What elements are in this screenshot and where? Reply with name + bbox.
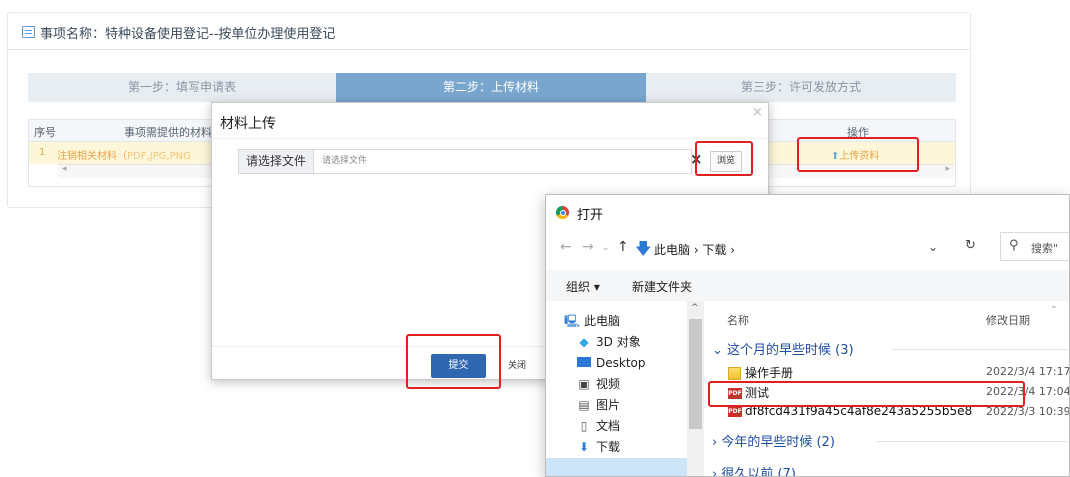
up-icon[interactable]: ↑ [617, 239, 629, 255]
column-index: 序号 [34, 126, 56, 139]
modal-title: 材料上传 [220, 116, 276, 132]
tree-item-desktop[interactable]: Desktop [576, 353, 646, 373]
highlight-test-file [708, 381, 1025, 407]
tree-item-downloads[interactable]: ⬇ 下载 [576, 437, 620, 457]
tree-item-videos[interactable]: ▣ 视频 [576, 374, 620, 394]
chevron-down-icon[interactable]: ⌄ [928, 240, 938, 254]
tree-item-this-pc[interactable]: 🖳 此电脑 [564, 311, 620, 331]
recent-dropdown-icon[interactable]: ⌄ [602, 243, 610, 253]
address-breadcrumb[interactable]: 此电脑 › 下载 › [654, 241, 735, 258]
column-modified-date[interactable]: 修改日期 [986, 312, 1030, 328]
scroll-left-icon[interactable]: ◂ [62, 164, 67, 174]
pdf-icon: PDF [728, 406, 742, 417]
close-button[interactable]: 关闭 [508, 354, 538, 378]
back-icon[interactable]: ← [560, 239, 572, 255]
open-file-dialog: 打开 ← → ⌄ ↑ 🡇 此电脑 › 下载 › ⌄ ↻ ⚲ 搜索" 组织 ▾ 新… [545, 194, 1070, 477]
organize-menu[interactable]: 组织 ▾ [566, 278, 600, 295]
close-icon[interactable]: × [752, 105, 763, 120]
dialog-title: 打开 [577, 208, 604, 223]
panel-header: 事项名称：特种设备使用登记--按单位办理使用登记 [8, 13, 970, 50]
chrome-icon [556, 206, 569, 219]
highlight-submit [406, 334, 501, 389]
download-folder-icon: 🡇 [635, 239, 652, 258]
column-material: 事项需提供的材料 [124, 126, 212, 139]
step-1[interactable]: 第一步：填写申请表 [28, 73, 336, 102]
step-3[interactable]: 第三步：许可发放方式 [646, 73, 956, 102]
step-2-active[interactable]: 第二步：上传材料 [336, 73, 646, 102]
group-divider [892, 349, 1067, 350]
divider [212, 138, 768, 139]
refresh-icon[interactable]: ↻ [965, 238, 976, 253]
group-this-month[interactable]: ⌄ 这个月的早些时候 (3) [712, 339, 854, 358]
navigation-tree: 🖳 此电脑 ◆ 3D 对象 Desktop ▣ 视频 ▤ 图片 ▯ 文档 ⬇ 下载 [546, 301, 706, 476]
tree-scroll-thumb[interactable] [689, 319, 702, 429]
desktop-icon [576, 353, 592, 373]
search-placeholder: 搜索" [1031, 242, 1059, 255]
download-icon: ⬇ [578, 440, 590, 454]
tree-item-documents[interactable]: ▯ 文档 [576, 416, 620, 436]
group-this-year[interactable]: › 今年的早些时候 (2) [712, 431, 835, 450]
column-name[interactable]: 名称 [727, 312, 749, 328]
new-folder-button[interactable]: 新建文件夹 [632, 278, 692, 295]
search-input[interactable]: ⚲ 搜索" [1000, 232, 1069, 261]
list-icon [22, 26, 35, 38]
video-icon: ▣ [578, 377, 590, 391]
file-item-folder[interactable]: 操作手册 [728, 364, 793, 381]
file-label: 请选择文件 [238, 149, 314, 174]
group-divider [876, 441, 1067, 442]
forward-icon[interactable]: → [582, 239, 594, 255]
computer-icon: 🖳 [564, 314, 581, 328]
sort-chevron-icon: ⌄ [1050, 301, 1058, 311]
selected-tree-highlight [546, 458, 687, 476]
scroll-up-icon[interactable]: ^ [691, 303, 699, 313]
tree-item-3d-objects[interactable]: ◆ 3D 对象 [576, 332, 640, 352]
document-icon: ▯ [580, 419, 588, 433]
highlight-upload-link [797, 137, 919, 172]
cube-icon: ◆ [579, 335, 589, 349]
page-title: 事项名称：特种设备使用登记--按单位办理使用登记 [40, 27, 336, 42]
row-index: 1 [39, 147, 46, 158]
tree-item-pictures[interactable]: ▤ 图片 [576, 395, 620, 415]
folder-icon [728, 367, 741, 380]
search-icon: ⚲ [1009, 238, 1019, 253]
group-long-ago[interactable]: › 很久以前 (7) [712, 463, 796, 476]
picture-icon: ▤ [578, 398, 590, 412]
file-path-input[interactable]: 请选择文件 [314, 149, 692, 174]
dialog-toolbar: 组织 ▾ 新建文件夹 [546, 270, 1069, 301]
highlight-browse [695, 141, 753, 176]
row-material: 注销相关材料（PDF,JPG,PNG [57, 151, 191, 162]
file-date: 2022/3/4 17:17 [986, 365, 1070, 378]
scroll-right-icon[interactable]: ▸ [945, 164, 950, 174]
step-indicator: 第一步：填写申请表 第二步：上传材料 第三步：许可发放方式 [28, 73, 956, 102]
